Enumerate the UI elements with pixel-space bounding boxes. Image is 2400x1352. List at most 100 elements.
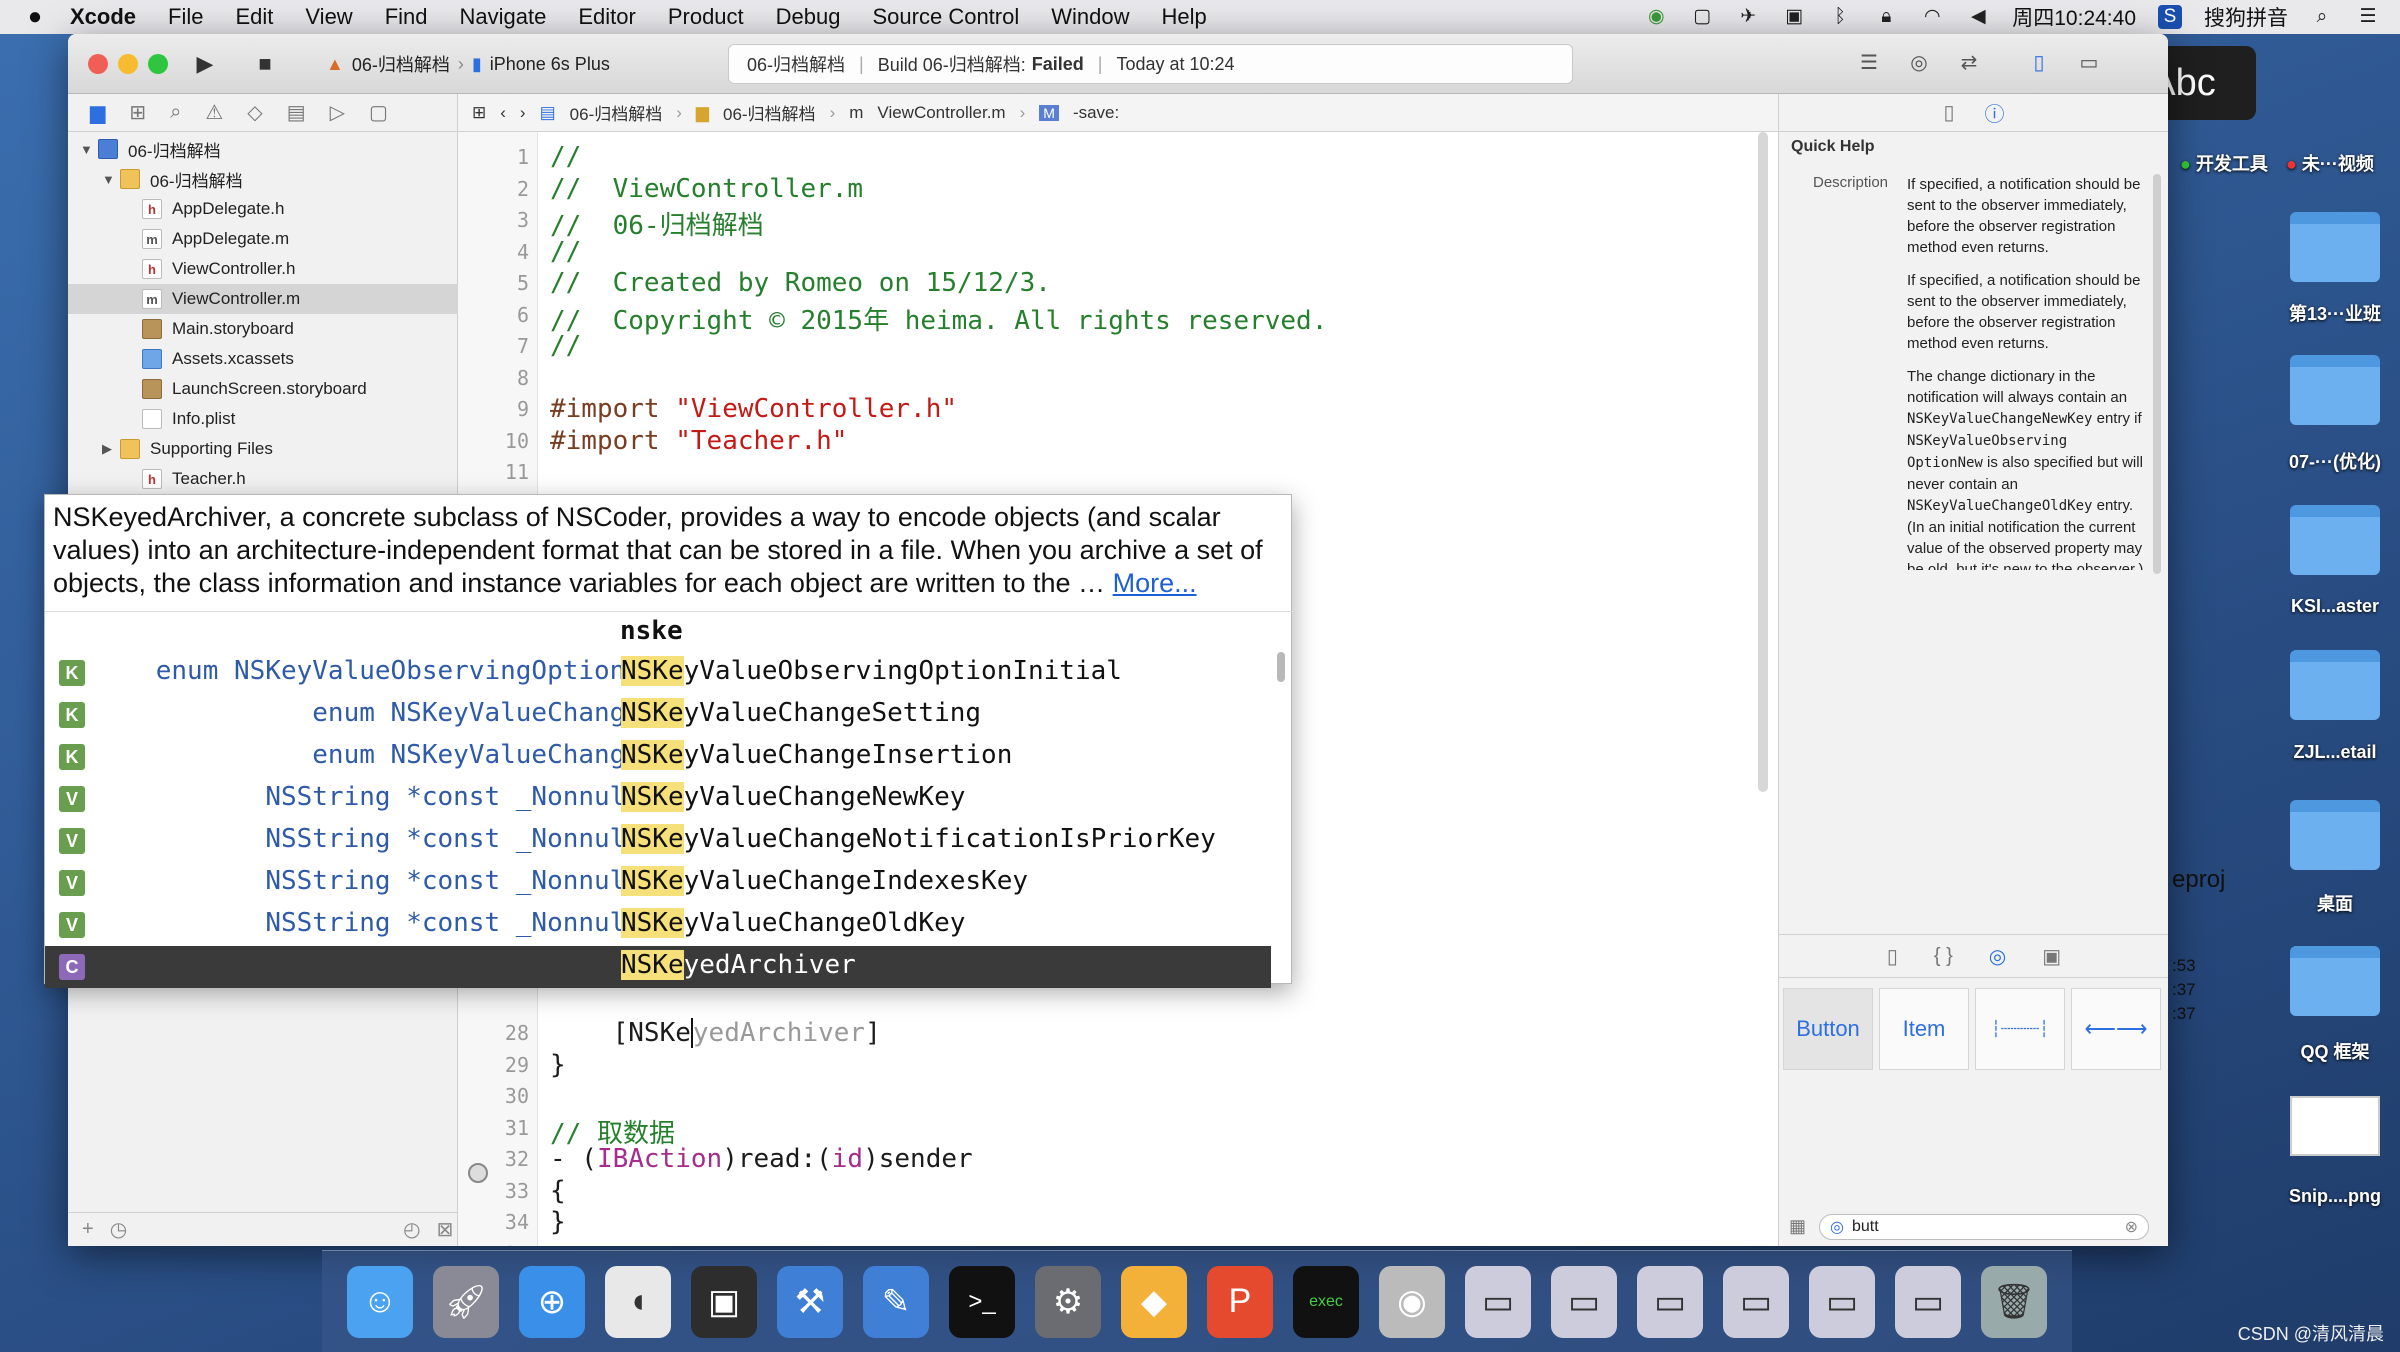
completion-item[interactable]: V NSString *const _Nonnull NSKeyValueChang…: [45, 778, 1271, 820]
launchpad-icon[interactable]: 🚀︎: [433, 1265, 499, 1338]
zoom-window-button[interactable]: [148, 54, 168, 74]
completion-scrollbar[interactable]: [1277, 652, 1285, 682]
file-tree-row[interactable]: LaunchScreen.storyboard: [68, 374, 458, 404]
sync-status-icon[interactable]: ◉: [1644, 5, 1668, 29]
completion-item[interactable]: V NSString *const _Nonnull NSKeyValueChang…: [45, 904, 1271, 946]
bluetooth-icon[interactable]: ᛒ: [1828, 5, 1852, 29]
related-items-icon[interactable]: ⊞: [472, 103, 486, 123]
project-navigator-icon[interactable]: ▆: [90, 100, 105, 125]
volume-icon[interactable]: ◀: [1966, 5, 1990, 29]
notification-center-icon[interactable]: ☰: [2356, 5, 2380, 29]
menu-navigate[interactable]: Navigate: [460, 4, 547, 30]
more-link[interactable]: More...: [1113, 568, 1197, 598]
editor-scrollbar[interactable]: [1758, 132, 1768, 792]
library-item-bar-item[interactable]: Item: [1879, 988, 1969, 1070]
instruments-icon[interactable]: ✎: [863, 1265, 929, 1338]
report-navigator-icon[interactable]: ▢: [369, 100, 388, 125]
mouse-app-icon[interactable]: ◖: [605, 1265, 671, 1338]
file-tree-row[interactable]: h AppDelegate.h: [68, 194, 458, 224]
library-search-field[interactable]: ◎ butt ⊗: [1819, 1214, 2149, 1240]
version-editor-icon[interactable]: ⇄: [1954, 50, 1984, 78]
camera-icon[interactable]: ▣: [1782, 5, 1806, 29]
menu-xcode[interactable]: Xcode: [70, 4, 136, 30]
menu-file[interactable]: File: [168, 4, 203, 30]
disclosure-triangle-icon[interactable]: ▶: [102, 441, 120, 457]
toggle-navigator-icon[interactable]: ▯: [2024, 50, 2054, 78]
library-item-fixed-space[interactable]: ┆┄┄┄┄┆: [1975, 988, 2065, 1070]
library-item-button[interactable]: Button: [1783, 988, 1873, 1070]
menu-help[interactable]: Help: [1162, 4, 1207, 30]
trash-icon[interactable]: 🗑︎: [1981, 1265, 2047, 1338]
completion-item[interactable]: Kenum NSKeyValueChange NSKeyValueChangeSe…: [45, 694, 1271, 736]
completion-item[interactable]: V NSString *const _Nonnull NSKeyValueChang…: [45, 862, 1271, 904]
menu-window[interactable]: Window: [1051, 4, 1129, 30]
breadcrumb-project[interactable]: 06-归档解档: [570, 100, 663, 125]
xcode-icon[interactable]: ⚒: [777, 1265, 843, 1338]
folder-icon[interactable]: [2290, 800, 2380, 870]
wifi-icon[interactable]: ◠: [1920, 5, 1944, 29]
object-library-icon[interactable]: ◎: [1989, 944, 2006, 969]
breakpoint-marker-icon[interactable]: [468, 1163, 488, 1183]
quicktime-icon[interactable]: ◉: [1379, 1265, 1445, 1338]
run-button[interactable]: ▶: [184, 46, 226, 82]
folder-icon[interactable]: [2290, 505, 2380, 575]
menu-source-control[interactable]: Source Control: [873, 4, 1020, 30]
sogou-input-icon[interactable]: S: [2158, 5, 2182, 29]
folder-icon[interactable]: [2290, 212, 2380, 282]
file-tree-row[interactable]: Main.storyboard: [68, 314, 458, 344]
completion-item[interactable]: Kenum NSKeyValueChange NSKeyValueChangeIn…: [45, 736, 1271, 778]
folder-icon[interactable]: [2290, 946, 2380, 1016]
console-icon[interactable]: exec: [1293, 1265, 1359, 1338]
window-thumbnail-icon[interactable]: ▭: [1551, 1265, 1617, 1338]
photo-booth-icon[interactable]: ▣: [691, 1265, 757, 1338]
breadcrumb-group[interactable]: 06-归档解档: [723, 100, 816, 125]
file-tree-row[interactable]: m ViewController.m: [68, 284, 458, 314]
desktop-tag-dev-tools[interactable]: ● 开发工具: [2180, 150, 2268, 176]
file-tree-row[interactable]: Assets.xcassets: [68, 344, 458, 374]
menu-debug[interactable]: Debug: [776, 4, 841, 30]
grid-view-icon[interactable]: ▦: [1789, 1216, 1806, 1237]
file-tree-row[interactable]: ▶ Supporting Files: [68, 434, 458, 464]
airplane-icon[interactable]: ✈: [1736, 5, 1760, 29]
filter-icon[interactable]: ⊠: [437, 1217, 454, 1242]
system-preferences-icon[interactable]: ⚙: [1035, 1265, 1101, 1338]
finder-icon[interactable]: ☺: [347, 1265, 413, 1338]
safari-icon[interactable]: ⊕: [519, 1265, 585, 1338]
close-window-button[interactable]: [88, 54, 108, 74]
minimize-window-button[interactable]: [118, 54, 138, 74]
folder-icon[interactable]: [2290, 650, 2380, 720]
file-inspector-icon[interactable]: ▯: [1943, 100, 1954, 125]
powerpoint-icon[interactable]: P: [1207, 1265, 1273, 1338]
quick-help-inspector-icon[interactable]: ⓘ: [1985, 98, 2005, 127]
file-tree-row[interactable]: ▼ 06-归档解档: [68, 134, 458, 164]
history-icon[interactable]: ◴: [403, 1217, 420, 1242]
file-tree-row[interactable]: h ViewController.h: [68, 254, 458, 284]
recent-files-icon[interactable]: ◷: [110, 1217, 127, 1242]
file-tree-row[interactable]: h Teacher.h: [68, 464, 458, 494]
assistant-editor-icon[interactable]: ◎: [1904, 50, 1934, 78]
issue-navigator-icon[interactable]: ⚠: [205, 100, 223, 125]
window-thumbnail-icon[interactable]: ▭: [1809, 1265, 1875, 1338]
scheme-selector[interactable]: ▲ 06-归档解档 › ▮ iPhone 6s Plus: [326, 47, 610, 81]
forward-icon[interactable]: ›: [520, 103, 526, 123]
sketch-icon[interactable]: ◆: [1121, 1265, 1187, 1338]
menu-editor[interactable]: Editor: [578, 4, 635, 30]
breadcrumb-method[interactable]: -save:: [1073, 103, 1119, 123]
back-icon[interactable]: ‹: [500, 103, 506, 123]
test-navigator-icon[interactable]: ◇: [247, 100, 262, 125]
breadcrumb-file[interactable]: ViewController.m: [877, 103, 1005, 123]
file-tree-row[interactable]: Info.plist: [68, 404, 458, 434]
file-tree-row[interactable]: ▼ 06-归档解档: [68, 164, 458, 194]
menu-edit[interactable]: Edit: [235, 4, 273, 30]
lock-icon[interactable]: 🔒︎: [1874, 5, 1898, 29]
symbol-navigator-icon[interactable]: ⊞: [129, 100, 146, 125]
disclosure-triangle-icon[interactable]: ▼: [80, 142, 98, 157]
completion-item[interactable]: C NSKeyedArchiver: [45, 946, 1271, 988]
add-file-icon[interactable]: +: [82, 1218, 94, 1241]
file-template-library-icon[interactable]: ▯: [1887, 944, 1898, 969]
clock[interactable]: 周四10:24:40: [2012, 2, 2136, 32]
code-snippet-library-icon[interactable]: { }: [1934, 945, 1953, 968]
menu-product[interactable]: Product: [668, 4, 744, 30]
clipboard-icon[interactable]: ▢: [1690, 5, 1714, 29]
disclosure-triangle-icon[interactable]: ▼: [102, 172, 120, 187]
